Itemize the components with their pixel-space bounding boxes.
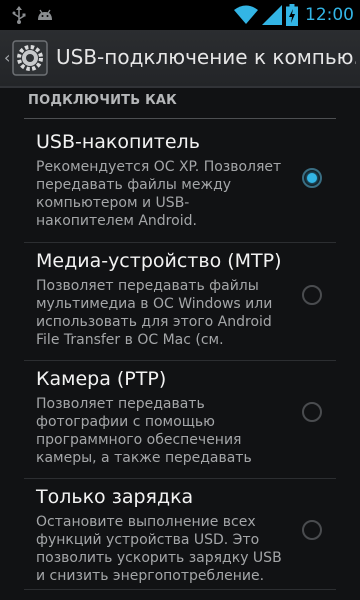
radio-button-selected[interactable] — [302, 168, 322, 188]
radio-button[interactable] — [302, 402, 322, 422]
radio-button[interactable] — [302, 520, 322, 540]
option-title: Медиа-устройство (MTP) — [36, 250, 282, 272]
status-time: 12:00 — [305, 5, 354, 25]
option-summary: Рекомендуется ОС XP. Позволяет передават… — [36, 159, 282, 229]
screen: 12:00 ‹ USB-подключение к компью... ПОДК… — [0, 0, 360, 600]
android-debug-icon — [38, 9, 52, 20]
option-usb-storage[interactable]: USB-накопитель Рекомендуется ОС XP. Позв… — [24, 124, 336, 243]
radio-button[interactable] — [302, 285, 322, 305]
signal-icon — [262, 5, 282, 25]
usb-icon — [12, 6, 26, 24]
option-title: USB-накопитель — [36, 131, 200, 153]
page-title: USB-подключение к компью... — [56, 45, 356, 69]
option-charge-only[interactable]: Только зарядка Остановите выполнение все… — [24, 479, 336, 590]
usb-settings-icon[interactable] — [12, 40, 48, 76]
wifi-icon — [234, 5, 258, 24]
option-summary: Остановите выполнение всех функций устро… — [36, 514, 282, 584]
action-bar[interactable]: ‹ USB-подключение к компью... — [0, 30, 360, 88]
battery-charging-icon — [286, 4, 298, 26]
section-header: ПОДКЛЮЧИТЬ КАК — [24, 92, 336, 119]
up-navigation-icon[interactable]: ‹ — [4, 48, 10, 68]
option-mtp[interactable]: Медиа-устройство (MTP) Позволяет передав… — [24, 243, 336, 361]
option-summary: Позволяет передавать фотографии с помощь… — [36, 396, 252, 466]
section-header-label: ПОДКЛЮЧИТЬ КАК — [28, 93, 177, 108]
option-ptp[interactable]: Камера (PTP) Позволяет передавать фотогр… — [24, 361, 336, 479]
option-title: Только зарядка — [36, 486, 194, 508]
status-bar: 12:00 — [0, 0, 360, 30]
option-summary: Позволяет передавать файлы мультимедиа в… — [36, 278, 273, 348]
option-title: Камера (PTP) — [36, 368, 167, 390]
